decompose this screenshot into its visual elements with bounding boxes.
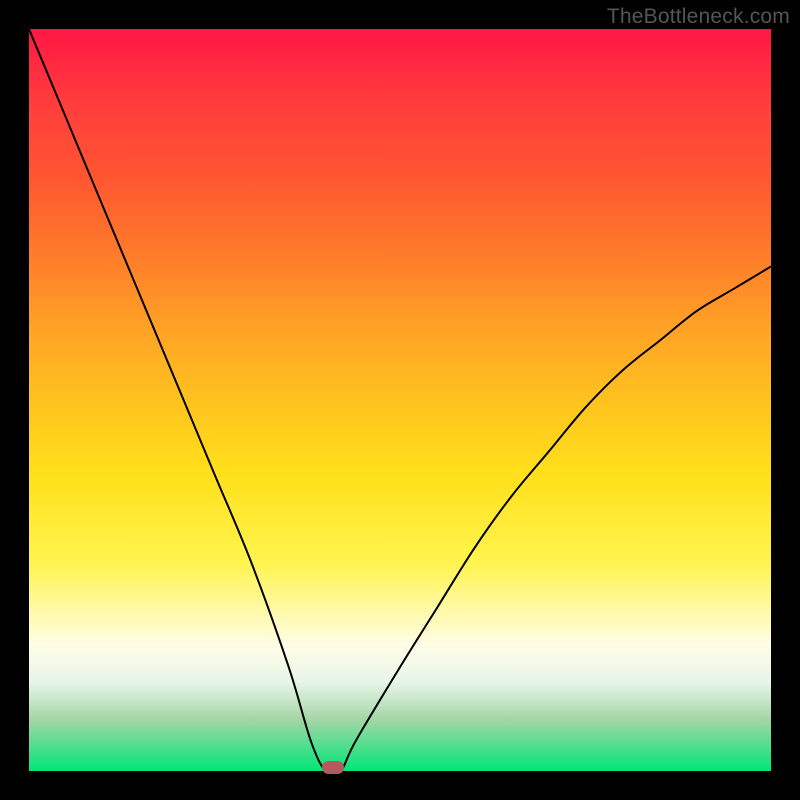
chart-plot-area — [29, 29, 771, 771]
bottleneck-curve — [29, 29, 771, 771]
chart-frame: TheBottleneck.com — [0, 0, 800, 800]
optimal-marker — [322, 761, 344, 774]
watermark-text: TheBottleneck.com — [607, 5, 790, 29]
